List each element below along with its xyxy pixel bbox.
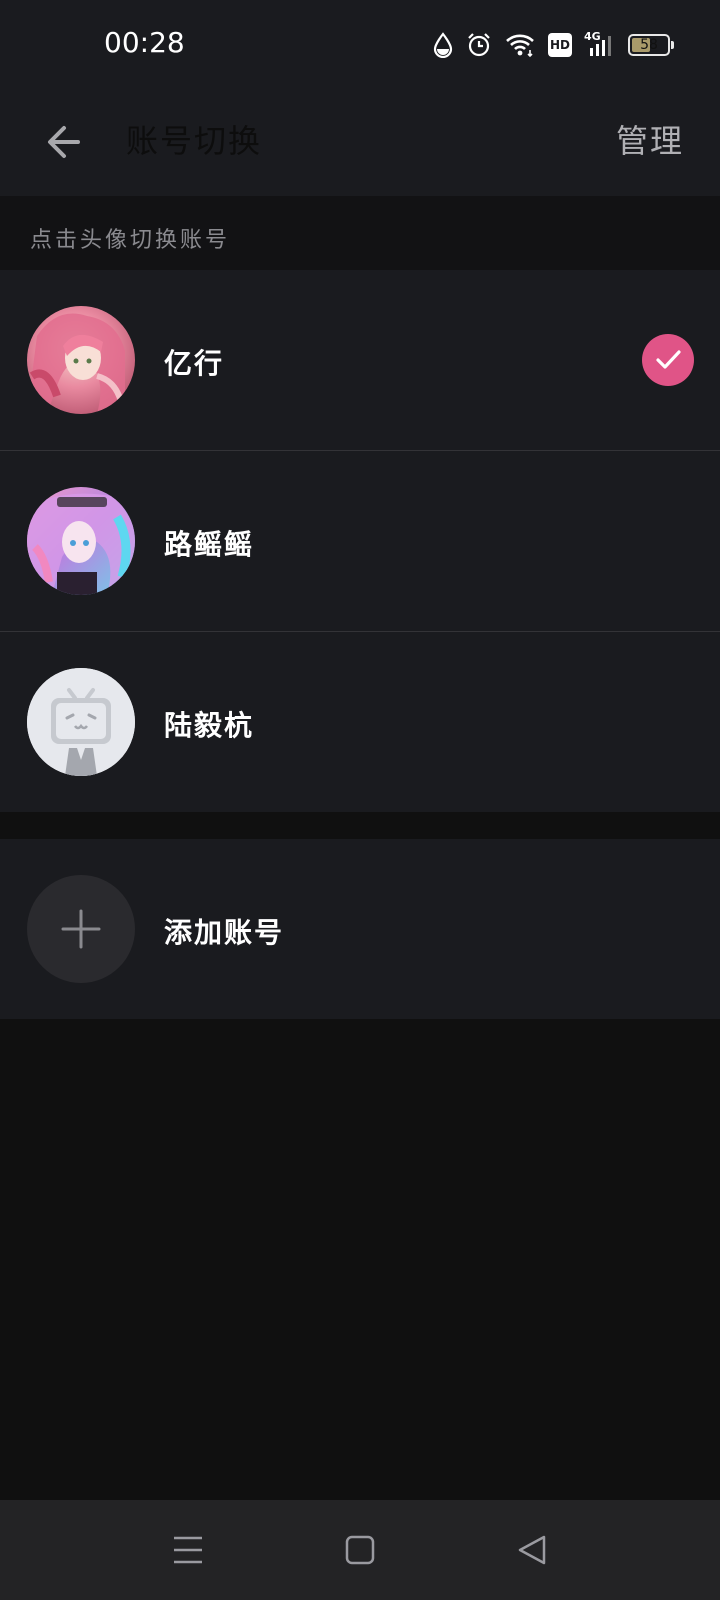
hint-text: 点击头像切换账号 — [30, 228, 231, 253]
wifi-icon — [504, 32, 536, 58]
avatar[interactable] — [27, 306, 135, 414]
system-nav-bar — [0, 1500, 720, 1600]
plus-icon — [61, 909, 101, 949]
home-button[interactable] — [338, 1528, 382, 1572]
signal-icon: 4G — [584, 30, 616, 58]
section-hint: 点击头像切换账号 — [0, 196, 720, 270]
menu-icon — [174, 1536, 202, 1564]
back-nav-button[interactable] — [510, 1528, 554, 1572]
status-time: 00:28 — [104, 26, 185, 59]
back-triangle-icon — [518, 1535, 546, 1565]
account-row[interactable]: 路鳐鳐 — [0, 451, 720, 632]
battery-label: 58 — [640, 37, 658, 53]
page-title: 账号切换 — [126, 122, 263, 160]
menu-button[interactable] — [166, 1528, 210, 1572]
avatar[interactable] — [27, 487, 135, 595]
back-button[interactable] — [34, 112, 94, 172]
avatar[interactable] — [27, 668, 135, 776]
battery-icon: 58 — [628, 34, 674, 56]
app-bar: 账号切换 管理 — [0, 88, 720, 196]
account-list: 亿行 路鳐鳐 陆毅杭 — [0, 270, 720, 812]
manage-button[interactable]: 管理 — [616, 116, 684, 162]
status-icons: HD 4G 58 — [432, 28, 674, 62]
arrow-left-icon — [48, 126, 80, 158]
account-row[interactable]: 陆毅杭 — [0, 632, 720, 812]
check-icon — [656, 350, 681, 369]
battery-tip — [671, 41, 674, 49]
selected-check-badge — [642, 334, 694, 386]
account-name: 亿行 — [164, 347, 225, 380]
add-account-label: 添加账号 — [164, 916, 285, 949]
account-row[interactable]: 亿行 — [0, 270, 720, 451]
account-name: 路鳐鳐 — [164, 528, 255, 561]
default-tv-avatar-icon — [27, 668, 135, 776]
add-account-row[interactable]: 添加账号 — [0, 839, 720, 1019]
hd-label: HD — [549, 38, 570, 52]
droplet-icon — [432, 32, 454, 58]
add-account-button[interactable] — [27, 875, 135, 983]
hd-icon: HD — [548, 33, 572, 57]
home-square-icon — [345, 1535, 375, 1565]
status-bar: 00:28 HD 4G 58 — [0, 0, 720, 88]
account-name: 陆毅杭 — [164, 709, 255, 742]
alarm-icon — [466, 32, 492, 58]
